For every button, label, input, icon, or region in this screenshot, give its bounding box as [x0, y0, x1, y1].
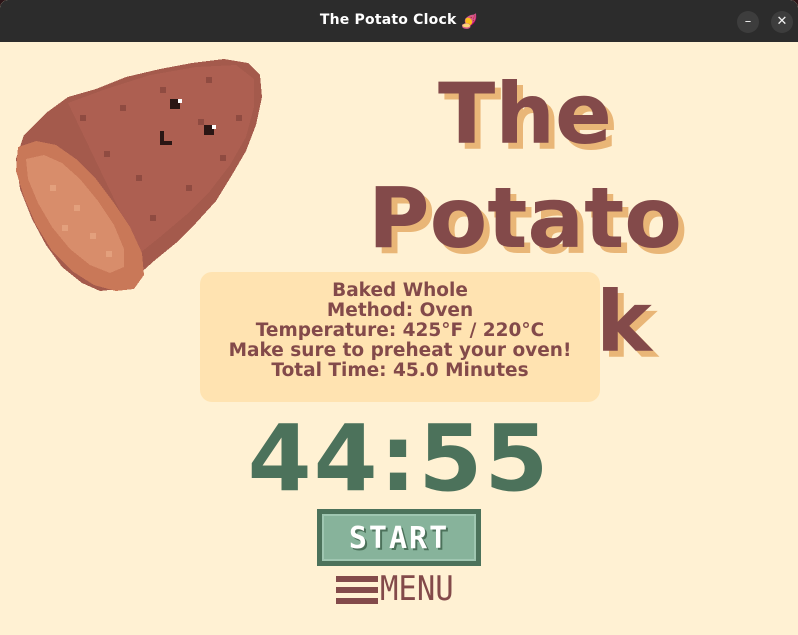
- window-title: The Potato Clock 🍠: [0, 12, 798, 30]
- potato-mascot-icon: [16, 59, 262, 291]
- start-button[interactable]: START: [317, 509, 481, 566]
- close-button[interactable]: ✕: [771, 11, 793, 33]
- sweet-potato-emoji-icon: 🍠: [460, 14, 479, 30]
- hamburger-menu-icon: [336, 576, 378, 604]
- minimize-icon: –: [744, 14, 752, 29]
- menu-button-label: MENU: [380, 569, 454, 609]
- minimize-button[interactable]: –: [737, 11, 759, 33]
- title-bar: The Potato Clock 🍠 – ✕: [0, 0, 798, 42]
- window-title-text: The Potato Clock: [319, 12, 457, 28]
- countdown-timer: 44:55: [247, 405, 551, 512]
- recipe-name: Baked Whole: [332, 280, 468, 301]
- recipe-tip: Make sure to preheat your oven!: [228, 340, 572, 361]
- heading-line-1: The Potato: [368, 65, 682, 267]
- app-window: The Potato Clock 🍠 – ✕ The Potato Baked …: [0, 0, 798, 635]
- recipe-total-time: Total Time: 45.0 Minutes: [271, 360, 529, 381]
- recipe-method: Method: Oven: [326, 300, 474, 321]
- menu-button[interactable]: MENU: [336, 571, 466, 607]
- recipe-info-card: Baked Whole Method: Oven Temperature: 42…: [200, 272, 600, 402]
- start-button-label: START: [348, 521, 450, 556]
- close-icon: ✕: [776, 14, 788, 29]
- recipe-temperature: Temperature: 425°F / 220°C: [255, 320, 545, 341]
